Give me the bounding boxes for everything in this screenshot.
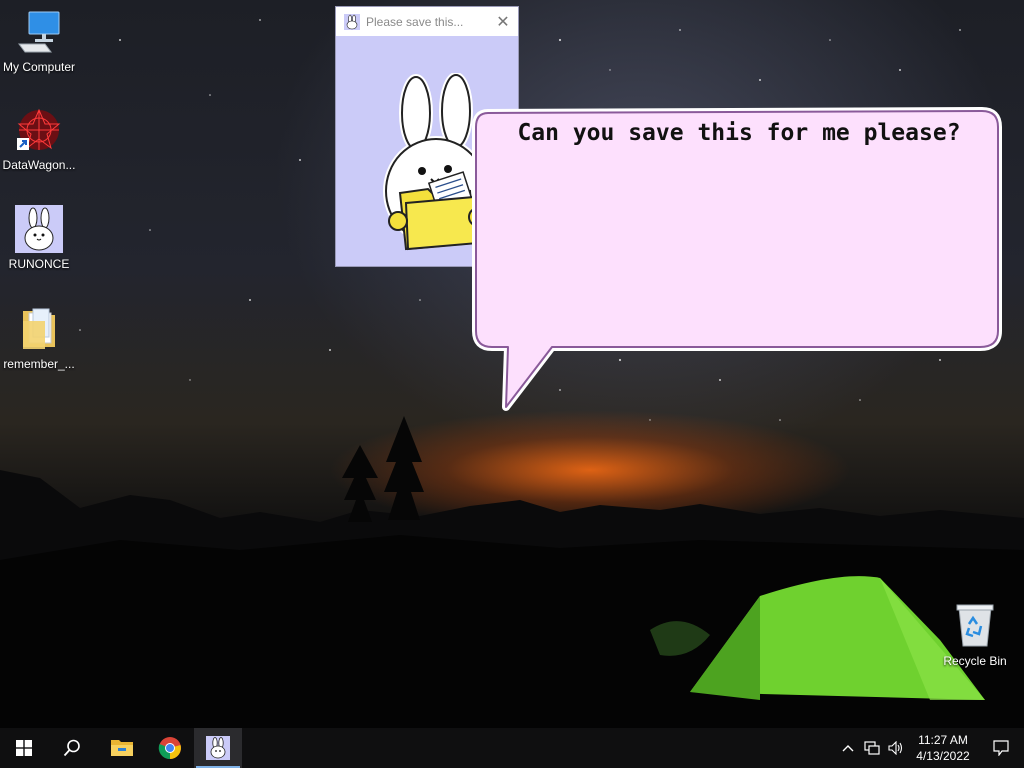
chrome-button[interactable]: [146, 728, 194, 768]
taskbar: 11:27 AM 4/13/2022: [0, 728, 1024, 768]
landscape: [0, 416, 1024, 734]
window-titlebar[interactable]: Please save this... ✕: [336, 7, 518, 36]
network-button[interactable]: [860, 728, 884, 768]
desktop-icon-runonce[interactable]: RUNONCE: [0, 205, 78, 271]
clock-time: 11:27 AM: [918, 733, 968, 747]
search-icon: [63, 739, 80, 757]
notification-icon: [993, 740, 1009, 756]
start-icon: [16, 740, 32, 756]
desktop-icon-label: My Computer: [2, 60, 76, 74]
folder-icon: [15, 305, 63, 353]
bunny-app-taskbar-button[interactable]: [194, 728, 242, 768]
desktop-icon-label: RUNONCE: [8, 257, 70, 271]
desktop-icon-recycle-bin[interactable]: Recycle Bin: [936, 602, 1014, 668]
close-button[interactable]: ✕: [488, 7, 518, 36]
bunny-icon: [15, 205, 63, 253]
desktop-icon-label: DataWagon...: [2, 158, 76, 172]
desktop: My Computer DataWagon... RUNONCE remembe…: [0, 0, 1024, 768]
desktop-icon-datawagon[interactable]: DataWagon...: [0, 106, 78, 172]
desktop-icon-my-computer[interactable]: My Computer: [0, 8, 78, 74]
network-icon: [864, 741, 880, 755]
search-button[interactable]: [48, 728, 96, 768]
volume-button[interactable]: [884, 728, 908, 768]
desktop-icon-label: remember_...: [3, 357, 75, 371]
bubble-text: Can you save this for me please?: [517, 120, 961, 146]
clock-date: 4/13/2022: [916, 749, 970, 763]
desktop-icon-label: Recycle Bin: [943, 654, 1007, 668]
chrome-icon: [158, 737, 181, 760]
window-title: Please save this...: [366, 14, 464, 29]
bunny-app-icon: [344, 13, 360, 30]
file-explorer-icon: [111, 740, 133, 756]
clock[interactable]: 11:27 AM 4/13/2022: [908, 732, 978, 764]
file-explorer-button[interactable]: [98, 728, 146, 768]
notification-center-button[interactable]: [978, 728, 1024, 768]
speaker-icon: [888, 741, 903, 755]
system-tray: 11:27 AM 4/13/2022: [836, 728, 1024, 768]
bunny-app-icon: [206, 736, 230, 760]
recycle-bin-icon: [951, 602, 999, 650]
speech-bubble: [472, 107, 1002, 411]
show-hidden-icons-button[interactable]: [836, 728, 860, 768]
chevron-up-icon: [842, 745, 854, 752]
datawagon-icon: [15, 106, 63, 154]
start-button[interactable]: [0, 728, 48, 768]
desktop-icon-remember[interactable]: remember_...: [0, 305, 78, 371]
computer-icon: [15, 8, 63, 56]
